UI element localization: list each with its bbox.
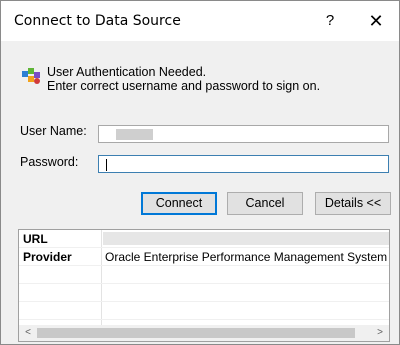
url-value-masked bbox=[103, 232, 389, 245]
grid-value-provider: Oracle Enterprise Performance Management… bbox=[105, 250, 389, 264]
dialog-title: Connect to Data Source bbox=[14, 13, 181, 29]
auth-heading: User Authentication Needed. bbox=[47, 65, 207, 79]
details-grid: URL Provider Oracle Enterprise Performan… bbox=[18, 229, 390, 342]
close-button[interactable]: ✕ bbox=[363, 9, 389, 33]
grid-row-empty bbox=[19, 302, 389, 320]
grid-key-provider: Provider bbox=[23, 250, 72, 264]
scroll-left-button[interactable]: < bbox=[21, 326, 35, 340]
connect-dialog: Connect to Data Source ? ✕ User Authenti… bbox=[0, 0, 400, 345]
details-button[interactable]: Details << bbox=[315, 192, 391, 215]
scrollbar-thumb[interactable] bbox=[37, 328, 355, 338]
username-label: User Name: bbox=[20, 124, 87, 138]
grid-row-url: URL bbox=[19, 230, 389, 248]
username-field[interactable] bbox=[98, 125, 389, 143]
user-auth-icon bbox=[22, 68, 40, 84]
cancel-button[interactable]: Cancel bbox=[227, 192, 303, 215]
help-button[interactable]: ? bbox=[318, 9, 342, 33]
connect-button[interactable]: Connect bbox=[141, 192, 217, 215]
grid-row-empty bbox=[19, 266, 389, 284]
grid-row-empty bbox=[19, 284, 389, 302]
horizontal-scrollbar[interactable]: < > bbox=[19, 325, 389, 341]
dialog-body: User Authentication Needed. Enter correc… bbox=[1, 41, 399, 344]
scroll-right-button[interactable]: > bbox=[373, 326, 387, 340]
grid-row-provider: Provider Oracle Enterprise Performance M… bbox=[19, 248, 389, 266]
title-bar: Connect to Data Source ? ✕ bbox=[1, 1, 399, 41]
grid-key-url: URL bbox=[23, 232, 48, 246]
text-caret bbox=[106, 159, 107, 171]
password-field[interactable] bbox=[98, 155, 389, 173]
password-label: Password: bbox=[20, 155, 79, 169]
auth-instruction: Enter correct username and password to s… bbox=[47, 79, 321, 93]
username-value-masked bbox=[116, 129, 153, 140]
